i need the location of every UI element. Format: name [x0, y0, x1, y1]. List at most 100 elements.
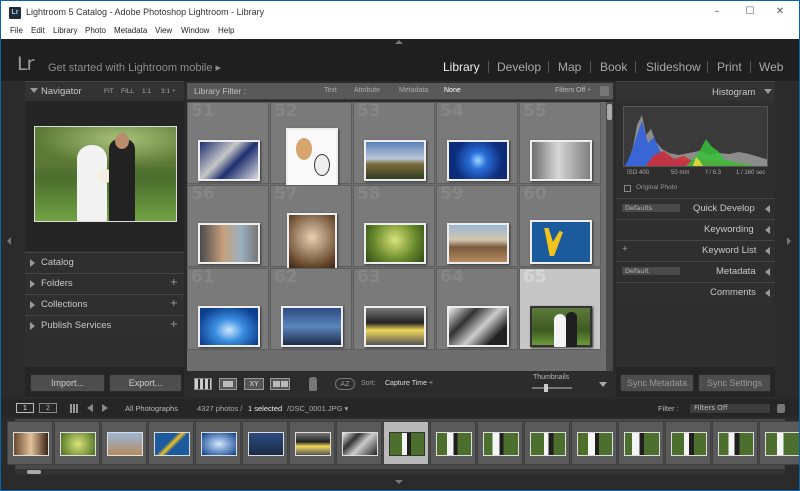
filmstrip-thumbnail[interactable]	[13, 432, 49, 456]
grid-cell[interactable]: 61	[187, 267, 269, 350]
filmstrip-cell[interactable]	[54, 421, 100, 465]
compare-view-icon[interactable]: XY	[244, 378, 264, 390]
filmstrip-cell[interactable]	[242, 421, 288, 465]
filmstrip-cell[interactable]	[571, 421, 617, 465]
folders-panel-header[interactable]: Folders +	[25, 273, 184, 293]
photo-thumbnail-eggs[interactable]	[286, 128, 338, 190]
photo-thumbnail-umbrella-light[interactable]	[530, 140, 592, 181]
survey-view-icon[interactable]	[270, 378, 290, 390]
filter-metadata-tab[interactable]: Metadata	[399, 87, 428, 94]
zoom-fill[interactable]: FILL	[121, 88, 134, 95]
filter-none-tab[interactable]: None	[444, 87, 461, 94]
menu-library[interactable]: Library	[53, 26, 77, 35]
filmstrip-scrollbar[interactable]	[15, 469, 785, 475]
keyword-list-header[interactable]: + Keyword List	[616, 240, 775, 260]
module-develop[interactable]: Develop	[497, 60, 541, 74]
menu-metadata[interactable]: Metadata	[114, 26, 147, 35]
grid-cell[interactable]: 57	[270, 184, 352, 273]
filmstrip-thumbnail[interactable]	[624, 432, 660, 456]
module-web[interactable]: Web	[759, 60, 783, 74]
photo-thumbnail-jumper[interactable]	[530, 220, 592, 264]
photo-thumbnail-blue-ripple[interactable]	[447, 140, 509, 181]
module-library[interactable]: Library	[443, 60, 480, 74]
filmstrip-cell[interactable]	[430, 421, 476, 465]
filmstrip-cell[interactable]	[712, 421, 758, 465]
catalog-panel-header[interactable]: Catalog	[25, 252, 184, 272]
sort-direction-icon[interactable]: AZ	[335, 378, 355, 390]
filmstrip-thumbnail[interactable]	[577, 432, 613, 456]
toolbar-menu-arrow-icon[interactable]	[599, 382, 607, 387]
filmstrip-thumbnail[interactable]	[765, 432, 799, 456]
filters-off-dropdown[interactable]: Filters Off ÷	[555, 87, 591, 94]
filmstrip-cell[interactable]	[477, 421, 523, 465]
grid-cell[interactable]: 63	[353, 267, 435, 350]
photo-thumbnail-water-drop[interactable]	[198, 306, 260, 347]
filmstrip-cell[interactable]	[148, 421, 194, 465]
grid-view-icon[interactable]	[194, 378, 212, 390]
zoom-fit[interactable]: FIT	[104, 88, 114, 95]
menu-view[interactable]: View	[155, 26, 172, 35]
metadata-header[interactable]: Default Metadata	[616, 261, 775, 281]
import-button[interactable]: Import...	[30, 374, 105, 392]
photo-thumbnail-wedding-couple[interactable]	[530, 306, 592, 347]
grid-cell[interactable]: 58	[353, 184, 435, 267]
back-arrow-icon[interactable]	[87, 404, 93, 412]
filmstrip-thumbnail[interactable]	[201, 432, 237, 456]
grid-cell[interactable]: 51	[187, 102, 269, 184]
navigator-header[interactable]: Navigator FIT FILL 1:1 3:1 ÷	[25, 81, 184, 101]
module-map[interactable]: Map	[558, 60, 581, 74]
collapse-top-arrow-icon[interactable]	[395, 40, 403, 44]
grid-cell-selected[interactable]: 65	[519, 267, 601, 350]
photo-thumbnail-lake[interactable]	[364, 140, 426, 181]
filmstrip-thumbnail[interactable]	[60, 432, 96, 456]
grid-cell[interactable]: 56	[187, 184, 269, 267]
collections-panel-header[interactable]: Collections +	[25, 294, 184, 314]
filter-attribute-tab[interactable]: Attribute	[354, 87, 380, 94]
get-started-link[interactable]: Get started with Lightroom mobile ▸	[48, 61, 221, 74]
filmstrip-thumbnail[interactable]	[248, 432, 284, 456]
menu-edit[interactable]: Edit	[31, 26, 45, 35]
sort-dropdown[interactable]: Capture Time ÷	[385, 380, 433, 387]
grid-cell[interactable]: 62	[270, 267, 352, 350]
quick-develop-preset-select[interactable]: Defaults	[621, 203, 681, 213]
grid-cell[interactable]: 54	[436, 102, 518, 184]
grid-cell[interactable]: 64	[436, 267, 518, 350]
menu-help[interactable]: Help	[218, 26, 234, 35]
filmstrip-scrollbar-thumb[interactable]	[27, 470, 41, 474]
collapse-right-arrow-icon[interactable]	[787, 237, 791, 245]
filter-lock-icon[interactable]	[777, 404, 785, 413]
collapse-triangle-icon[interactable]	[764, 89, 772, 94]
photo-thumbnail-elephants[interactable]	[447, 223, 509, 264]
minimize-button[interactable]: –	[706, 5, 728, 19]
filmstrip-thumbnail[interactable]	[295, 432, 331, 456]
filmstrip-thumbnail[interactable]	[342, 432, 378, 456]
collapse-bottom-arrow-icon[interactable]	[395, 480, 403, 484]
grid-cell[interactable]: 60	[519, 184, 601, 267]
loupe-view-icon[interactable]	[219, 378, 237, 390]
photo-thumbnail-football[interactable]	[198, 140, 260, 181]
original-photo-checkbox[interactable]	[624, 185, 631, 192]
filmstrip-cell[interactable]	[101, 421, 147, 465]
filmstrip-thumbnail[interactable]	[389, 432, 425, 456]
quick-develop-header[interactable]: Defaults Quick Develop	[616, 198, 775, 218]
add-publish-service-icon[interactable]: +	[170, 319, 178, 330]
filmstrip-thumbnail[interactable]	[671, 432, 707, 456]
histogram-header[interactable]: Histogram	[616, 81, 775, 101]
sync-settings-button[interactable]: Sync Settings	[698, 374, 771, 392]
filmstrip-thumbnail[interactable]	[718, 432, 754, 456]
zoom-3-1[interactable]: 3:1 ÷	[161, 88, 175, 95]
zoom-1-1[interactable]: 1:1	[142, 88, 151, 95]
filmstrip-cell-selected[interactable]	[383, 421, 429, 465]
collapse-left-arrow-icon[interactable]	[7, 237, 11, 245]
current-filename[interactable]: /DSC_0001.JPG ▾	[287, 404, 348, 413]
painter-spray-icon[interactable]	[309, 377, 317, 391]
second-monitor-button[interactable]: 2	[39, 403, 57, 413]
photo-thumbnail-bride-portrait[interactable]	[287, 213, 337, 273]
grid-cell[interactable]: 55	[519, 102, 601, 184]
filmstrip-filter-dropdown[interactable]: Filters Off	[689, 403, 771, 414]
metadata-preset-select[interactable]: Default	[621, 266, 681, 276]
photo-thumbnail-pier-night[interactable]	[281, 306, 343, 347]
filmstrip-cell[interactable]	[7, 421, 53, 465]
maximize-button[interactable]: ☐	[739, 5, 761, 19]
module-book[interactable]: Book	[600, 60, 627, 74]
